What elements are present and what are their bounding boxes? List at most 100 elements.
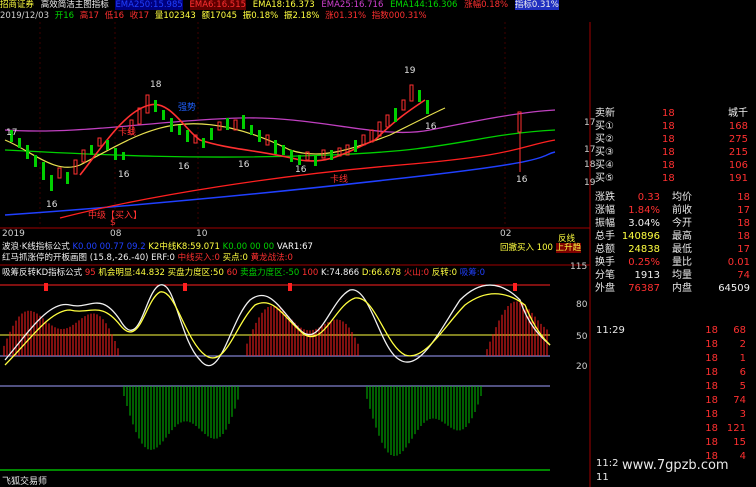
sub2-name[interactable]: 红马抓涨停的开板画图	[2, 253, 87, 263]
clock-label: 11:2	[596, 458, 619, 469]
tick-qty: 15	[733, 437, 746, 448]
price-label: 16	[118, 170, 130, 180]
bid-label: 买⑤	[595, 173, 614, 184]
tick-qty: 4	[739, 451, 746, 462]
sub1-right-label: 回撤买入	[500, 243, 535, 253]
trade-tick-row: 18 2	[592, 338, 756, 352]
price-label: 18	[150, 80, 162, 90]
sub3-value: 机会明显:44.832	[98, 268, 165, 278]
sub3-tick: 80	[576, 300, 588, 310]
sub3-value: 100	[302, 268, 319, 278]
stat-label: 总额	[595, 244, 615, 255]
bid-label: 卖新	[595, 108, 615, 119]
tick-qty: 68	[733, 325, 746, 336]
red-histogram	[3, 301, 548, 356]
bid-price: 18	[662, 147, 675, 158]
bid-qty: 168	[728, 121, 748, 132]
bid-label: 买①	[595, 121, 614, 132]
date-label: 10	[196, 229, 208, 239]
stat-value: 17	[737, 244, 750, 255]
stat-label: 内盘	[672, 283, 692, 294]
stat-value: 17	[737, 205, 750, 216]
sub3-value: 反转:0	[431, 268, 457, 278]
price-label: 16	[46, 200, 58, 210]
trade-tick-row: 11:29 18 68	[592, 324, 756, 338]
magenta-ma-line	[4, 109, 556, 134]
stat-row: 换手 0.25% 量比 0.01	[592, 257, 756, 269]
trade-tick-row: 18 5	[592, 380, 756, 394]
bid-row[interactable]: 买⑤ 18 191	[592, 173, 756, 185]
stat-label: 今开	[672, 218, 692, 229]
bid-price: 18	[662, 160, 675, 171]
stat-value: 1.84%	[628, 205, 660, 216]
sub3-name[interactable]: 吸筹反转KD指标公式	[2, 268, 82, 278]
sub2-value: 黄龙战法:0	[250, 253, 293, 263]
sub2-value: ERF:0	[151, 253, 175, 263]
trade-tick-row: 18 15	[592, 436, 756, 450]
green-histogram	[123, 386, 482, 457]
bid-qty: 城千	[728, 108, 748, 119]
stat-label: 最低	[672, 244, 692, 255]
sub3-tick: 20	[576, 362, 588, 372]
sub-indicator-3[interactable]: 吸筹反转KD指标公式 95 机会明显:44.832 买盘力度区:50 60 卖盘…	[2, 266, 485, 278]
app-name: 飞狐交易师	[2, 477, 48, 487]
price-label: 16	[238, 160, 250, 170]
sub2-value: (15.8,-26.-40)	[89, 253, 149, 263]
bid-row[interactable]: 买① 18 168	[592, 121, 756, 133]
price-label: 19	[404, 66, 416, 76]
stat-value: 24838	[628, 244, 660, 255]
stat-label: 前收	[672, 205, 692, 216]
trade-tick-row: 18 121	[592, 422, 756, 436]
trade-tick-row: 18 3	[592, 408, 756, 422]
stat-value: 74	[737, 270, 750, 281]
stat-value: 3.04%	[628, 218, 660, 229]
sub1-trend-label: 反线	[558, 234, 576, 244]
bid-row[interactable]: 买② 18 275	[592, 134, 756, 146]
tick-price: 18	[705, 395, 718, 406]
tick-qty: 121	[726, 423, 746, 434]
card-line-label-2: 卡线	[330, 175, 349, 185]
sub3-value: 卖盘力度区:-50	[240, 268, 300, 278]
bid-price: 18	[662, 108, 675, 119]
sub3-value: 买盘力度区:50	[167, 268, 224, 278]
bid-row[interactable]: 卖新 18 城千	[592, 108, 756, 120]
stat-label: 均量	[672, 270, 692, 281]
sub-indicator-2[interactable]: 红马抓涨停的开板画图 (15.8,-26.-40) ERF:0 中线买入:0 买…	[2, 251, 293, 263]
stat-label: 振幅	[595, 218, 615, 229]
stat-value: 140896	[621, 231, 660, 242]
stat-row: 分笔 1913 均量 74	[592, 270, 756, 282]
bid-price: 18	[662, 121, 675, 132]
stat-label: 涨幅	[595, 205, 615, 216]
dollar-label: $	[110, 218, 116, 228]
tick-price: 18	[705, 339, 718, 350]
date-label: 08	[110, 229, 122, 239]
signal-markers	[44, 283, 517, 291]
sub3-tick: 115	[570, 262, 588, 272]
tick-price: 18	[705, 409, 718, 420]
stat-row: 涨跌 0.33 均价 18	[592, 192, 756, 204]
bid-row[interactable]: 买④ 18 106	[592, 160, 756, 172]
bid-label: 买②	[595, 134, 614, 145]
price-label: 16	[425, 122, 437, 132]
stat-label: 涨跌	[595, 192, 615, 203]
tick-qty: 6	[739, 367, 746, 378]
sub1-right-label: 上升趋	[555, 243, 582, 253]
bid-label: 买③	[595, 147, 614, 158]
bid-row[interactable]: 买③ 18 215	[592, 147, 756, 159]
stat-value: 18	[737, 192, 750, 203]
stat-row: 振幅 3.04% 今开 18	[592, 218, 756, 230]
stat-value: 0.33	[637, 192, 660, 203]
trade-tick-row: 18 6	[592, 366, 756, 380]
stat-value: 64509	[718, 283, 750, 294]
date-label: 02	[500, 229, 512, 239]
strong-label: 强势	[178, 103, 197, 113]
stat-value: 0.25%	[628, 257, 660, 268]
bid-price: 18	[662, 134, 675, 145]
sub3-tick: 50	[576, 332, 588, 342]
stat-row: 总手 140896 最高 18	[592, 231, 756, 243]
stat-value: 0.01	[727, 257, 750, 268]
stat-label: 换手	[595, 257, 615, 268]
tick-time: 11:29	[596, 325, 625, 336]
sub2-value: 买点:0	[222, 253, 248, 263]
yellow-ma-line	[4, 107, 446, 168]
